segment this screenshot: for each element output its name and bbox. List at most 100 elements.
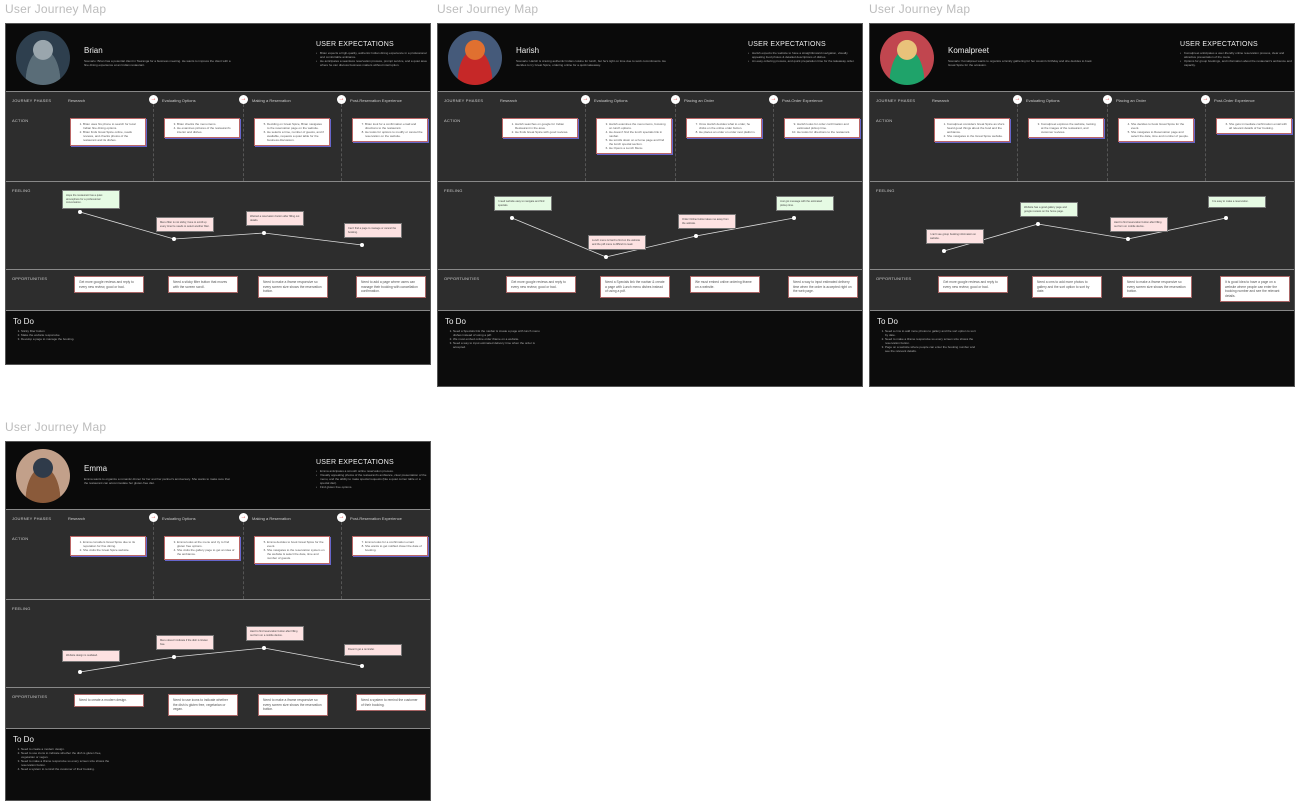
action-card: Brian look for a confirmation email and …: [352, 118, 428, 142]
action-step: Brian look for a confirmation email and …: [365, 122, 423, 130]
journey-map-board: User Journey Map Harish Scenario: Harish…: [437, 3, 863, 387]
action-card: Emma decides to book Great Spice for the…: [254, 536, 330, 564]
action-card: Brian uses his phone to search for local…: [70, 118, 146, 146]
user-expectations-list: Brian expects a high-quality, authentic …: [316, 51, 428, 67]
todo-list: Sticky filter buttonMake the website res…: [13, 329, 113, 341]
persona-scenario: Scenario: Harish is craving authentic In…: [516, 59, 666, 67]
feeling-note: Just got message with the estimated pick…: [776, 196, 834, 211]
phase-label: Placing an Order: [1116, 98, 1147, 103]
feeling-section: FEELING I can't see group booking inform…: [870, 182, 1294, 270]
action-step: Deciding on Great Spice, Brian navigates…: [267, 122, 325, 130]
action-step: Brian finds Great Spice online, reads re…: [83, 130, 141, 142]
row-label-action: ACTION: [444, 118, 461, 123]
persona-header: Emma Emma wants to organize a romantic d…: [6, 442, 430, 510]
todo-item: Page on a website where people can enter…: [885, 345, 977, 353]
expectation-item: Harish expects the website to have a str…: [748, 51, 860, 59]
row-label-action: ACTION: [12, 118, 29, 123]
action-card: Brian checks the menu items.He examines …: [164, 118, 240, 138]
phase-label: Placing an Order: [684, 98, 715, 103]
todo-title: To Do: [445, 317, 466, 326]
journey-map-board: User Journey Map Komalpreet Scenario: Ko…: [869, 3, 1295, 387]
opportunity-card: Need to add a page where users can manag…: [356, 276, 426, 298]
action-card: Emma considers Great Spice due to its re…: [70, 536, 146, 556]
phase-label: Evaluating Options: [162, 98, 196, 103]
opportunity-card: Need to create a modern design.: [74, 694, 144, 707]
opportunity-card: Get more google reviews and reply to eve…: [506, 276, 576, 293]
todo-list: Need a Specials link the navbar & create…: [445, 329, 545, 349]
action-card: Komalpreet considers Great Spice as she'…: [934, 118, 1010, 142]
row-label-action: ACTION: [12, 536, 29, 541]
feeling-point: [942, 249, 946, 253]
user-expectations-title: USER EXPECTATIONS: [748, 41, 826, 48]
feeling-point: [1036, 222, 1040, 226]
action-step: She visits the Great Spice website.: [83, 548, 141, 552]
user-expectations-list: Harish expects the website to have a str…: [748, 51, 860, 63]
expectation-item: Options for group bookings, and informat…: [1180, 59, 1292, 67]
row-label-opportunities: OPPORTUNITIES: [12, 276, 48, 281]
journey-phases-section: JOURNEY PHASES ACTION Research Brian uses…: [6, 92, 430, 182]
action-step: Emma looks at the menu and try to find g…: [177, 540, 235, 548]
feeling-line: [79, 647, 363, 673]
todo-item: Need to use icons to indicate whether th…: [21, 751, 113, 759]
expectation-item: He anticipates a seamless reservation pr…: [316, 59, 428, 67]
feeling-line: [943, 217, 1227, 252]
row-label-opportunities: OPPORTUNITIES: [876, 276, 912, 281]
journey-phases-section: JOURNEY PHASES ACTION Research Harish sea…: [438, 92, 862, 182]
phase-divider: [153, 522, 154, 599]
user-expectations: USER EXPECTATIONS Komalpreet anticipates…: [1180, 41, 1292, 67]
action-card: Once Harish decides what to order, he cl…: [686, 118, 762, 138]
opportunity-card: Need a cms to add more photos to gallery…: [1032, 276, 1102, 298]
action-step: He scrolls down on a home page and find …: [609, 138, 667, 146]
user-expectations: USER EXPECTATIONS Harish expects the web…: [748, 41, 860, 63]
phase-arrow-icon: →: [1103, 95, 1112, 104]
phase-label: Research: [500, 98, 518, 103]
row-label-journey-phases: JOURNEY PHASES: [876, 98, 916, 103]
action-step: Harish looks for order confirmation and …: [797, 122, 855, 130]
expectation-item: Find gluten free options.: [316, 485, 428, 489]
feeling-point: [792, 216, 796, 220]
feeling-note: Menu filter is not sticky; have to scrol…: [156, 217, 214, 232]
opportunity-card: Need to make a iframe responsive so ever…: [258, 276, 328, 298]
phase-arrow-icon: →: [1013, 95, 1022, 104]
todo-item: Need a system to remind the customer of …: [21, 767, 113, 771]
feeling-point: [1224, 216, 1228, 220]
board-label: User Journey Map: [5, 420, 107, 434]
opportunities-section: OPPORTUNITIES Get more google reviews an…: [438, 270, 862, 310]
action-card: Harish examines the menu items, focusing…: [596, 118, 672, 154]
phase-label: Evaluating Options: [1026, 98, 1060, 103]
phase-label: Post-Reservation Experience: [350, 516, 402, 521]
feeling-point: [604, 255, 608, 259]
expectation-item: Visually appealing photos of the restaur…: [316, 473, 428, 485]
feeling-point: [360, 664, 364, 668]
phase-divider: [243, 522, 244, 599]
todo-list: Need to create a modern design.Need to u…: [13, 747, 113, 771]
feeling-note: Hope the restaurant has a quiet atmosphe…: [62, 190, 120, 209]
feeling-point: [262, 231, 266, 235]
opportunities-section: OPPORTUNITIES Get more google reviews an…: [870, 270, 1294, 310]
phase-divider: [1107, 104, 1108, 181]
phase-divider: [1017, 104, 1018, 181]
action-card: Emma looks for a confirmation email.She …: [352, 536, 428, 556]
action-step: She navigates to the Great Spice website…: [947, 134, 1005, 138]
feeling-line: [79, 211, 363, 246]
user-expectations-list: Emma anticipates a smooth online reserva…: [316, 469, 428, 489]
persona-name: Emma: [84, 464, 108, 473]
phase-label: Post-Order Experience: [1214, 98, 1255, 103]
expectation-item: An easy ordering process, and quick prep…: [748, 59, 860, 63]
action-card: Komalpreet explores the website, looking…: [1028, 118, 1104, 138]
action-step: She navigates to the reservation system …: [267, 548, 325, 560]
feeling-point: [262, 646, 266, 650]
phase-divider: [341, 104, 342, 181]
row-label-journey-phases: JOURNEY PHASES: [444, 98, 484, 103]
user-expectations-title: USER EXPECTATIONS: [1180, 41, 1258, 48]
phase-arrow-icon: →: [239, 513, 248, 522]
feeling-note: Doesn't get a reminder.: [344, 644, 402, 656]
user-expectations-title: USER EXPECTATIONS: [316, 459, 394, 466]
board-label: User Journey Map: [869, 2, 971, 16]
persona-avatar: [16, 31, 70, 85]
persona-avatar: [16, 449, 70, 503]
feeling-point: [694, 234, 698, 238]
feeling-section: FEELING I need website easy to navigate …: [438, 182, 862, 270]
phase-label: Post-Reservation Experience: [350, 98, 402, 103]
phase-divider: [243, 104, 244, 181]
